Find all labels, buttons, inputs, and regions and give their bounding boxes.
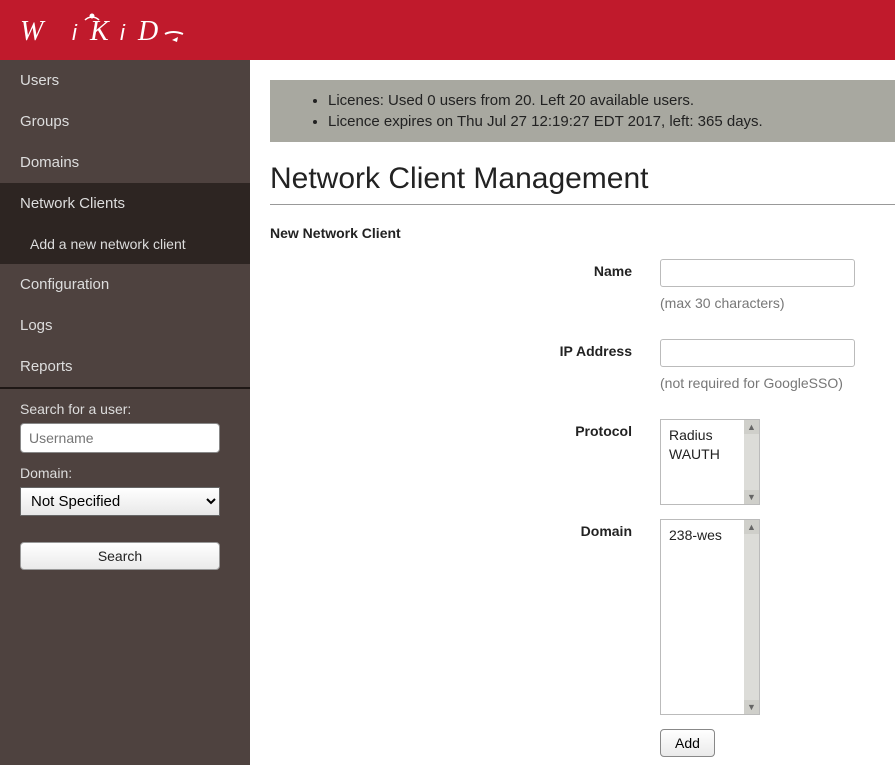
logo: W K D i i [20,10,190,50]
header: W K D i i [0,0,895,60]
notice-line: Licence expires on Thu Jul 27 12:19:27 E… [328,111,875,132]
listbox-scrollbar[interactable]: ▲ ▼ [744,520,759,714]
protocol-listbox[interactable]: Radius WAUTH ▲ ▼ [660,419,760,505]
sidebar-item-configuration[interactable]: Configuration [0,264,250,305]
search-username-input[interactable] [20,423,220,453]
ip-input[interactable] [660,339,855,367]
protocol-option[interactable]: Radius [669,426,751,445]
title-rule [270,204,895,205]
search-box: Search for a user: Domain: Not Specified… [0,389,250,582]
sidebar-item-domains[interactable]: Domains [0,142,250,183]
search-user-label: Search for a user: [20,401,230,417]
sidebar-item-logs[interactable]: Logs [0,305,250,346]
form-row-name: Name (max 30 characters) [270,259,895,311]
scroll-down-icon[interactable]: ▼ [744,490,759,504]
search-domain-select[interactable]: Not Specified [20,487,220,516]
name-input[interactable] [660,259,855,287]
svg-text:W: W [20,16,46,47]
svg-text:i: i [120,20,127,45]
sidebar-item-users[interactable]: Users [0,60,250,101]
form-row-ip: IP Address (not required for GoogleSSO) [270,339,895,391]
domain-listbox[interactable]: 238-wes ▲ ▼ [660,519,760,715]
main-content: Licenes: Used 0 users from 20. Left 20 a… [250,60,895,765]
protocol-label: Protocol [270,419,660,439]
page-title: Network Client Management [270,162,895,196]
listbox-scrollbar[interactable]: ▲ ▼ [744,420,759,504]
svg-text:K: K [89,16,111,47]
name-hint: (max 30 characters) [660,295,860,311]
protocol-option[interactable]: WAUTH [669,445,751,464]
form-row-protocol: Protocol Radius WAUTH ▲ ▼ [270,419,895,505]
nav-list: Users Groups Domains Network Clients Add… [0,60,250,387]
logo-icon: W K D i i [20,10,190,50]
form-row-submit: Add [270,729,895,757]
svg-text:i: i [72,20,79,45]
sidebar-subitem-add-network-client[interactable]: Add a new network client [0,224,250,264]
domain-option[interactable]: 238-wes [669,526,751,545]
search-domain-label: Domain: [20,465,230,481]
sidebar-item-reports[interactable]: Reports [0,346,250,387]
svg-text:D: D [137,16,160,47]
section-label: New Network Client [270,225,895,241]
notice-line: Licenes: Used 0 users from 20. Left 20 a… [328,90,875,111]
name-label: Name [270,259,660,279]
domain-label: Domain [270,519,660,539]
ip-label: IP Address [270,339,660,359]
sidebar: Users Groups Domains Network Clients Add… [0,60,250,765]
form-row-domain: Domain 238-wes ▲ ▼ [270,519,895,715]
search-button[interactable]: Search [20,542,220,570]
scroll-up-icon[interactable]: ▲ [744,420,759,434]
scroll-down-icon[interactable]: ▼ [744,700,759,714]
sidebar-item-network-clients[interactable]: Network Clients [0,183,250,224]
sidebar-item-groups[interactable]: Groups [0,101,250,142]
add-button[interactable]: Add [660,729,715,757]
ip-hint: (not required for GoogleSSO) [660,375,860,391]
scroll-up-icon[interactable]: ▲ [744,520,759,534]
notice-banner: Licenes: Used 0 users from 20. Left 20 a… [270,80,895,142]
